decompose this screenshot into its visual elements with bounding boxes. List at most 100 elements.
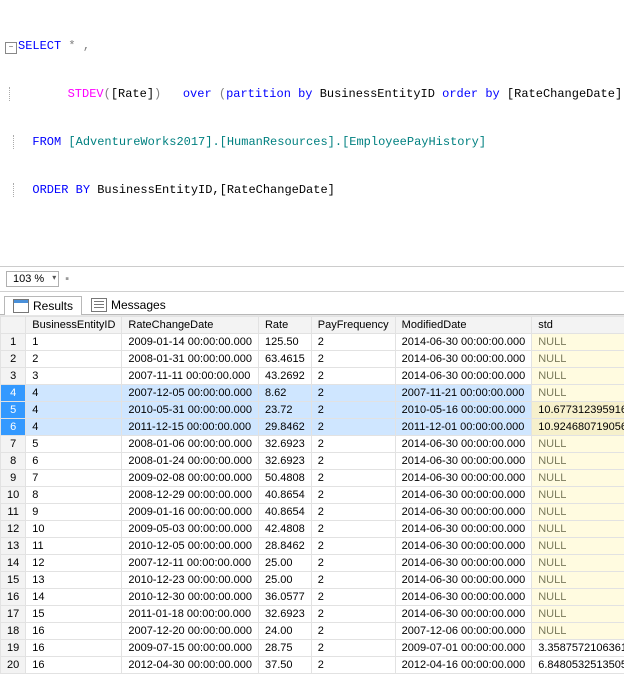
table-row[interactable]: 18162007-12-20 00:00:00.00024.0022007-12… — [1, 623, 624, 640]
table-row[interactable]: 112009-01-14 00:00:00.000125.5022014-06-… — [1, 334, 624, 351]
rownum[interactable]: 10 — [1, 487, 26, 504]
cell-beid[interactable]: 14 — [26, 589, 122, 606]
cell-rate[interactable]: 28.8462 — [258, 538, 311, 555]
cell-beid[interactable]: 5 — [26, 436, 122, 453]
rownum[interactable]: 17 — [1, 606, 26, 623]
cell-rate[interactable]: 24.00 — [258, 623, 311, 640]
results-grid-wrap[interactable]: BusinessEntityID RateChangeDate Rate Pay… — [0, 315, 624, 674]
cell-std[interactable]: NULL — [532, 538, 624, 555]
rownum[interactable]: 16 — [1, 589, 26, 606]
cell-rcd[interactable]: 2009-01-16 00:00:00.000 — [122, 504, 259, 521]
cell-rcd[interactable]: 2007-12-05 00:00:00.000 — [122, 385, 259, 402]
cell-pf[interactable]: 2 — [311, 385, 395, 402]
rownum[interactable]: 5 — [1, 402, 26, 419]
col-rownum[interactable] — [1, 317, 26, 334]
col-modifieddate[interactable]: ModifiedDate — [395, 317, 532, 334]
table-row[interactable]: 15132010-12-23 00:00:00.00025.0022014-06… — [1, 572, 624, 589]
cell-beid[interactable]: 9 — [26, 504, 122, 521]
zoom-dropdown[interactable]: 103 % — [6, 271, 59, 287]
cell-md[interactable]: 2014-06-30 00:00:00.000 — [395, 368, 532, 385]
cell-rate[interactable]: 37.50 — [258, 657, 311, 674]
cell-rate[interactable]: 36.0577 — [258, 589, 311, 606]
cell-rate[interactable]: 25.00 — [258, 555, 311, 572]
cell-beid[interactable]: 16 — [26, 623, 122, 640]
table-row[interactable]: 972009-02-08 00:00:00.00050.480822014-06… — [1, 470, 624, 487]
cell-rate[interactable]: 40.8654 — [258, 487, 311, 504]
cell-pf[interactable]: 2 — [311, 470, 395, 487]
cell-rate[interactable]: 63.4615 — [258, 351, 311, 368]
table-row[interactable]: 752008-01-06 00:00:00.00032.692322014-06… — [1, 436, 624, 453]
col-payfrequency[interactable]: PayFrequency — [311, 317, 395, 334]
table-row[interactable]: 13112010-12-05 00:00:00.00028.846222014-… — [1, 538, 624, 555]
table-row[interactable]: 20162012-04-30 00:00:00.00037.5022012-04… — [1, 657, 624, 674]
sql-editor[interactable]: − SELECT * , STDEV([Rate]) over (partiti… — [0, 0, 624, 267]
cell-pf[interactable]: 2 — [311, 334, 395, 351]
cell-beid[interactable]: 2 — [26, 351, 122, 368]
cell-rate[interactable]: 8.62 — [258, 385, 311, 402]
rownum[interactable]: 7 — [1, 436, 26, 453]
rownum[interactable]: 1 — [1, 334, 26, 351]
cell-beid[interactable]: 11 — [26, 538, 122, 555]
cell-md[interactable]: 2007-12-06 00:00:00.000 — [395, 623, 532, 640]
rownum[interactable]: 13 — [1, 538, 26, 555]
cell-beid[interactable]: 7 — [26, 470, 122, 487]
cell-pf[interactable]: 2 — [311, 368, 395, 385]
cell-md[interactable]: 2010-05-16 00:00:00.000 — [395, 402, 532, 419]
cell-std[interactable]: NULL — [532, 436, 624, 453]
cell-md[interactable]: 2014-06-30 00:00:00.000 — [395, 453, 532, 470]
cell-pf[interactable]: 2 — [311, 589, 395, 606]
tab-messages[interactable]: Messages — [82, 295, 175, 314]
table-row[interactable]: 542010-05-31 00:00:00.00023.7222010-05-1… — [1, 402, 624, 419]
rownum[interactable]: 19 — [1, 640, 26, 657]
cell-std[interactable]: 10.6773123959169 — [532, 402, 624, 419]
cell-md[interactable]: 2014-06-30 00:00:00.000 — [395, 470, 532, 487]
cell-rcd[interactable]: 2012-04-30 00:00:00.000 — [122, 657, 259, 674]
rownum[interactable]: 20 — [1, 657, 26, 674]
cell-md[interactable]: 2011-12-01 00:00:00.000 — [395, 419, 532, 436]
cell-rate[interactable]: 32.6923 — [258, 436, 311, 453]
cell-rate[interactable]: 125.50 — [258, 334, 311, 351]
table-row[interactable]: 1082008-12-29 00:00:00.00040.865422014-0… — [1, 487, 624, 504]
cell-rcd[interactable]: 2009-05-03 00:00:00.000 — [122, 521, 259, 538]
cell-rcd[interactable]: 2009-07-15 00:00:00.000 — [122, 640, 259, 657]
cell-std[interactable]: NULL — [532, 623, 624, 640]
cell-std[interactable]: NULL — [532, 453, 624, 470]
fold-toggle-icon[interactable]: − — [4, 38, 18, 54]
rownum[interactable]: 4 — [1, 385, 26, 402]
rownum[interactable]: 2 — [1, 351, 26, 368]
rownum[interactable]: 15 — [1, 572, 26, 589]
cell-rcd[interactable]: 2010-12-23 00:00:00.000 — [122, 572, 259, 589]
cell-md[interactable]: 2014-06-30 00:00:00.000 — [395, 504, 532, 521]
cell-std[interactable]: NULL — [532, 334, 624, 351]
cell-std[interactable]: NULL — [532, 487, 624, 504]
cell-pf[interactable]: 2 — [311, 538, 395, 555]
cell-rate[interactable]: 32.6923 — [258, 453, 311, 470]
cell-rate[interactable]: 43.2692 — [258, 368, 311, 385]
cell-md[interactable]: 2009-07-01 00:00:00.000 — [395, 640, 532, 657]
cell-beid[interactable]: 8 — [26, 487, 122, 504]
cell-pf[interactable]: 2 — [311, 623, 395, 640]
cell-rcd[interactable]: 2008-01-31 00:00:00.000 — [122, 351, 259, 368]
cell-std[interactable]: 3.3587572106361 — [532, 640, 624, 657]
rownum[interactable]: 9 — [1, 470, 26, 487]
cell-md[interactable]: 2012-04-16 00:00:00.000 — [395, 657, 532, 674]
cell-std[interactable]: NULL — [532, 385, 624, 402]
cell-rcd[interactable]: 2007-12-20 00:00:00.000 — [122, 623, 259, 640]
cell-rcd[interactable]: 2009-02-08 00:00:00.000 — [122, 470, 259, 487]
cell-rate[interactable]: 28.75 — [258, 640, 311, 657]
cell-beid[interactable]: 16 — [26, 640, 122, 657]
cell-std[interactable]: NULL — [532, 606, 624, 623]
table-row[interactable]: 17152011-01-18 00:00:00.00032.692322014-… — [1, 606, 624, 623]
results-grid[interactable]: BusinessEntityID RateChangeDate Rate Pay… — [0, 316, 624, 674]
cell-rate[interactable]: 40.8654 — [258, 504, 311, 521]
cell-std[interactable]: NULL — [532, 470, 624, 487]
cell-rcd[interactable]: 2007-12-11 00:00:00.000 — [122, 555, 259, 572]
cell-pf[interactable]: 2 — [311, 606, 395, 623]
cell-md[interactable]: 2007-11-21 00:00:00.000 — [395, 385, 532, 402]
cell-rcd[interactable]: 2008-01-06 00:00:00.000 — [122, 436, 259, 453]
table-row[interactable]: 642011-12-15 00:00:00.00029.846222011-12… — [1, 419, 624, 436]
cell-md[interactable]: 2014-06-30 00:00:00.000 — [395, 589, 532, 606]
cell-pf[interactable]: 2 — [311, 436, 395, 453]
cell-beid[interactable]: 4 — [26, 402, 122, 419]
cell-beid[interactable]: 3 — [26, 368, 122, 385]
